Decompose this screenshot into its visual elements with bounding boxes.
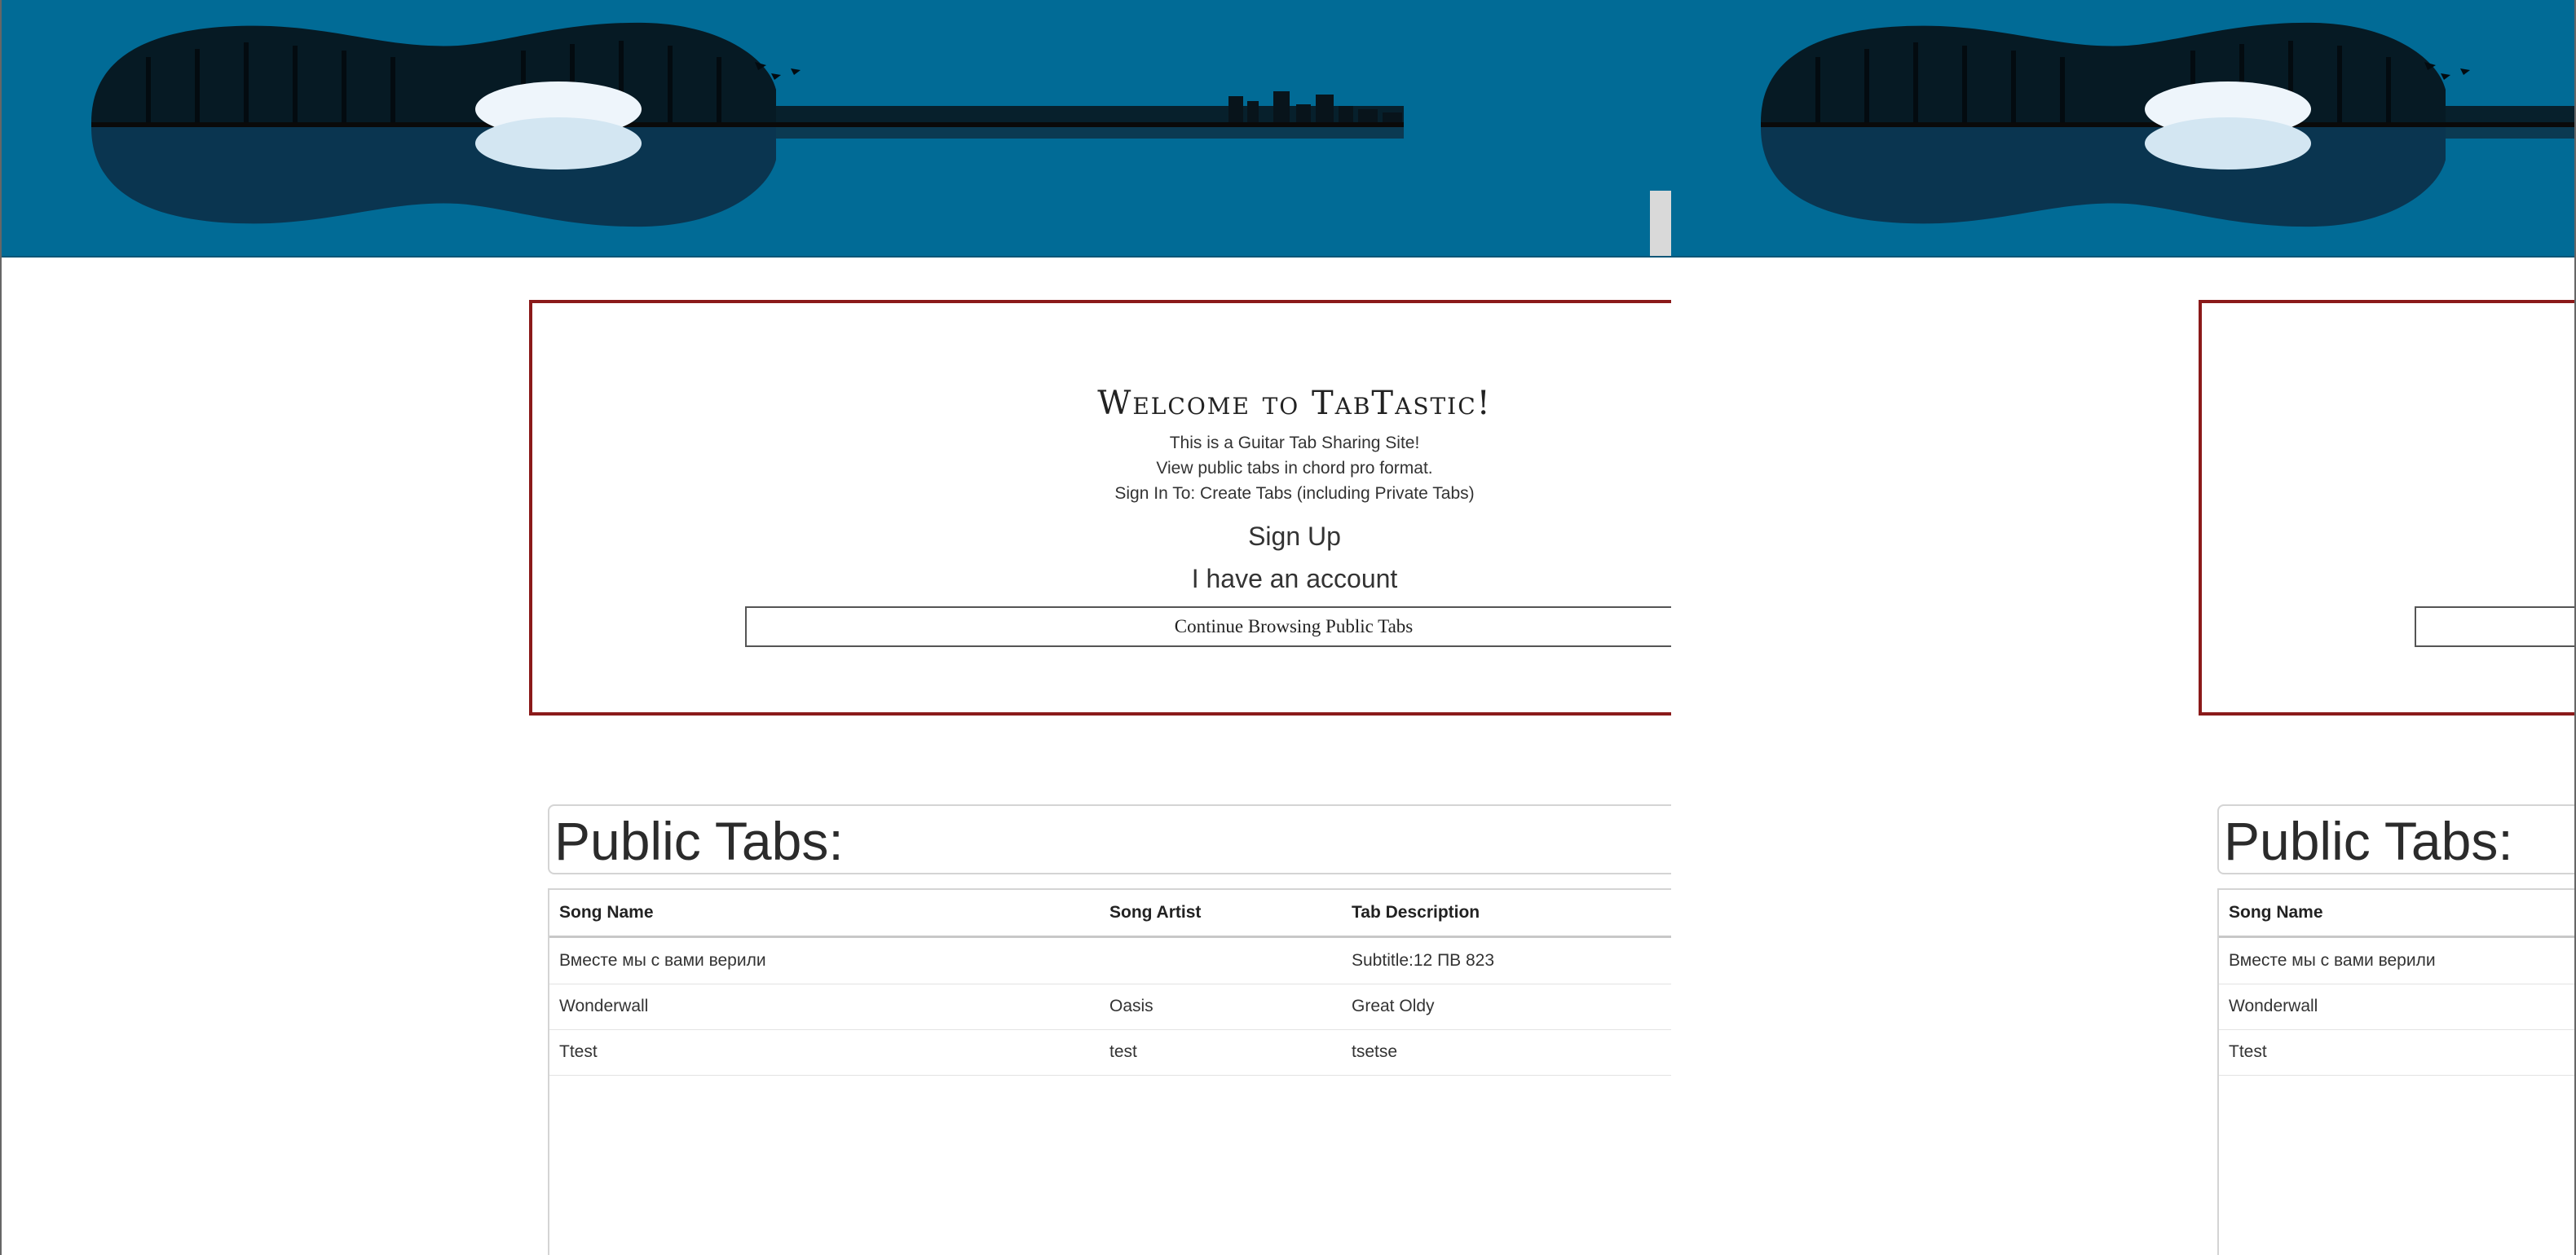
sign-up-link[interactable]: Sign Up <box>532 522 1671 552</box>
page-content: Public Tabs: Song Name Вместе мы с вами … <box>1671 0 2574 1255</box>
table-row[interactable]: Вместе мы с вами верили <box>2219 938 2574 984</box>
table-row[interactable]: Вместе мы с вами верили Subtitle:12 ПВ 8… <box>549 938 1671 984</box>
tab-description-cell: tsetse <box>1352 1042 1398 1061</box>
public-tabs-table: Song Name Вместе мы с вами верили Wonder… <box>2217 888 2574 1255</box>
song-name-cell[interactable]: Ttest <box>559 1029 598 1075</box>
public-tabs-table: Song Name Song Artist Tab Description Вм… <box>548 888 1671 1255</box>
public-tabs-heading: Public Tabs: <box>2224 811 2513 871</box>
table-header-row: Song Name <box>2219 890 2574 938</box>
column-header-song-name[interactable]: Song Name <box>2229 890 2323 936</box>
login-link[interactable]: I have an account <box>532 564 1671 594</box>
intro-line-2: View public tabs in chord pro format. <box>1156 459 1433 478</box>
table-row[interactable]: Wonderwall Oasis Great Oldy <box>549 984 1671 1030</box>
column-header-song-name[interactable]: Song Name <box>559 890 654 936</box>
tab-description-cell: Subtitle:12 ПВ 823 <box>1352 951 1495 970</box>
intro-line-3: Sign In To: Create Tabs (including Priva… <box>1114 484 1475 503</box>
song-name-cell[interactable]: Ttest <box>2229 1029 2267 1075</box>
header-banner <box>1671 0 2574 258</box>
column-header-tab-description[interactable]: Tab Description <box>1352 890 1480 936</box>
tab-description-cell: Great Oldy <box>1352 997 1435 1015</box>
welcome-title: Welcome to TabTastic! <box>1097 385 1492 422</box>
public-tabs-heading: Public Tabs: <box>554 811 844 871</box>
column-header-song-artist[interactable]: Song Artist <box>1109 890 1201 936</box>
continue-browsing-button[interactable]: Continue Browsing Public Tabs <box>745 606 1671 647</box>
public-tabs-header: Public Tabs: <box>2217 804 2574 874</box>
table-row[interactable]: Ttest <box>2219 1029 2574 1076</box>
split-view: Welcome to TabTastic! This is a Guitar T… <box>0 0 2576 1255</box>
song-artist-cell: Oasis <box>1109 997 1153 1015</box>
song-name-cell[interactable]: Wonderwall <box>2229 984 2318 1029</box>
intro-line-1: This is a Guitar Tab Sharing Site! <box>1169 434 1420 452</box>
song-artist-cell: test <box>1109 1042 1137 1061</box>
page-content: Welcome to TabTastic! This is a Guitar T… <box>2 0 1671 1255</box>
table-header-row: Song Name Song Artist Tab Description <box>549 890 1671 938</box>
scrollbar-fragment <box>1650 191 1671 256</box>
browser-pane-right: Public Tabs: Song Name Вместе мы с вами … <box>1671 0 2576 1255</box>
guitar-landscape-image <box>1761 22 2574 227</box>
public-tabs-header: Public Tabs: <box>548 804 1671 874</box>
welcome-panel <box>2199 300 2574 716</box>
continue-browsing-button[interactable] <box>2415 606 2574 647</box>
song-name-cell[interactable]: Вместе мы с вами верили <box>559 938 766 984</box>
song-name-cell[interactable]: Wonderwall <box>559 984 648 1029</box>
table-row[interactable]: Ttest test tsetse <box>549 1029 1671 1076</box>
header-banner <box>2 0 1671 258</box>
browser-pane-left: Welcome to TabTastic! This is a Guitar T… <box>0 0 1671 1255</box>
welcome-panel: Welcome to TabTastic! This is a Guitar T… <box>529 300 1671 716</box>
table-row[interactable]: Wonderwall <box>2219 984 2574 1030</box>
guitar-landscape-image <box>91 22 1404 227</box>
song-name-cell[interactable]: Вместе мы с вами верили <box>2229 938 2436 984</box>
